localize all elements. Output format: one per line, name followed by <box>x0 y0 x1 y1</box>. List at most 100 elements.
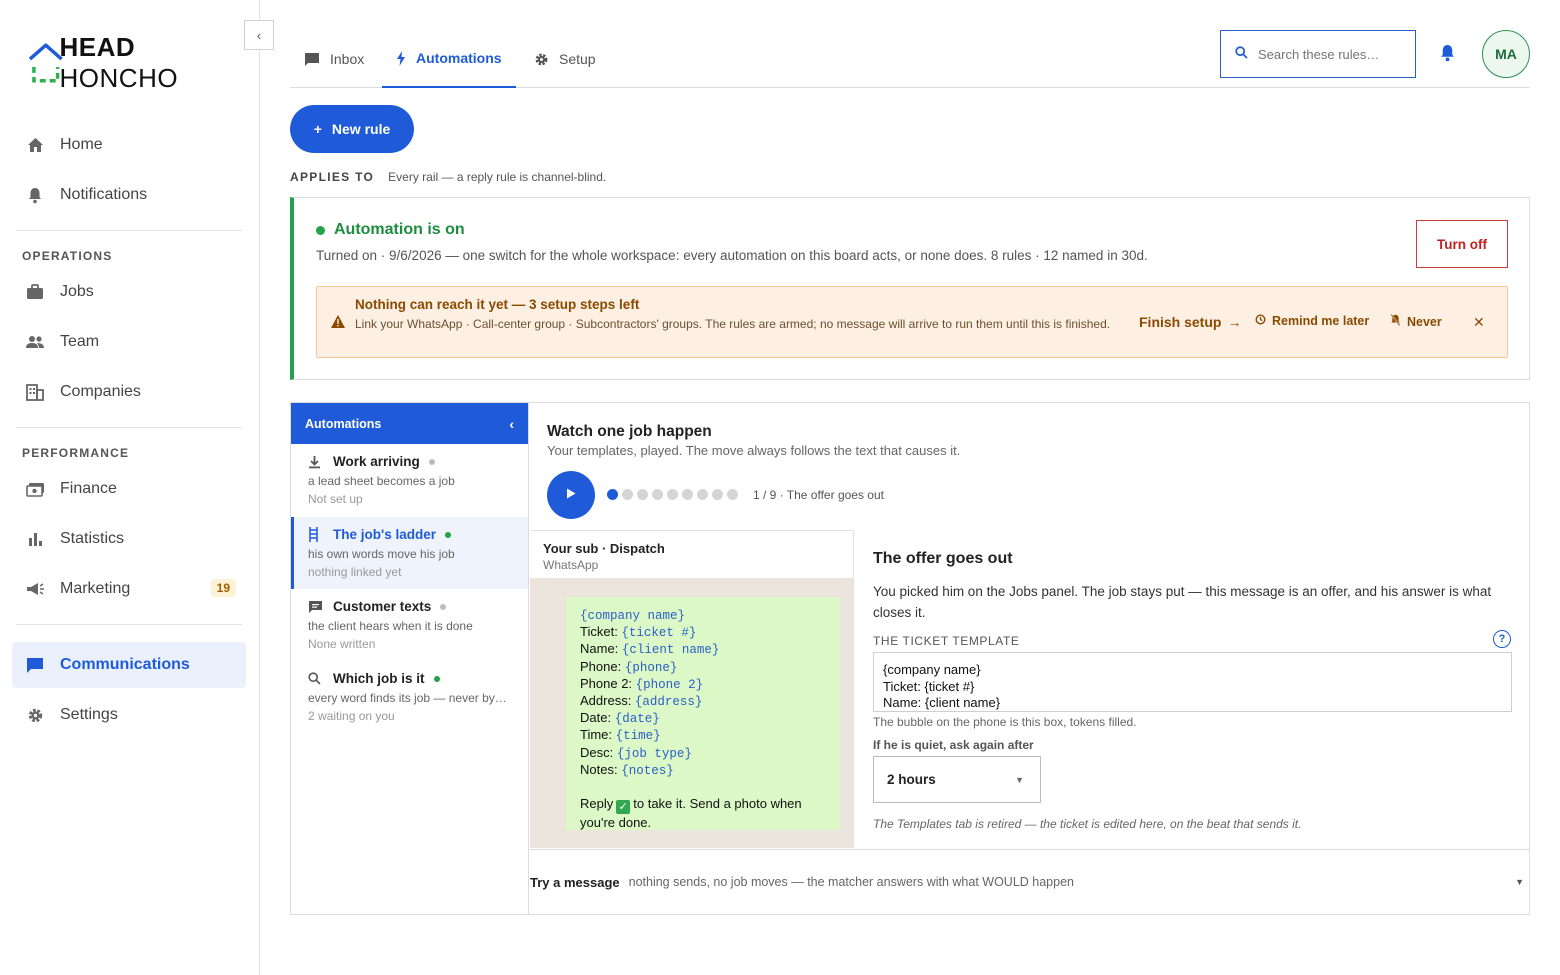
never-link[interactable]: Never <box>1390 314 1442 329</box>
marketing-badge: 19 <box>210 579 236 597</box>
chat-preview: {company name} Ticket: {ticket #} Name: {c… <box>530 578 854 848</box>
message-line-label: Time: <box>580 727 616 743</box>
sidebar-item-label: Companies <box>60 383 141 400</box>
message-line: Ticket: {ticket #} <box>580 624 826 641</box>
home-icon <box>25 135 45 155</box>
template-token: {phone} <box>624 660 678 675</box>
play-button[interactable] <box>547 471 595 519</box>
sidebar-item-team[interactable]: Team <box>12 319 246 365</box>
never-label: Never <box>1407 314 1442 329</box>
tab-label: Automations <box>416 50 502 66</box>
sidebar-item-companies[interactable]: Companies <box>12 369 246 415</box>
search-icon <box>1235 46 1248 62</box>
sidebar-item-finance[interactable]: Finance <box>12 466 246 512</box>
new-rule-button[interactable]: + New rule <box>290 105 414 153</box>
warning-description: Link your WhatsApp · Call-center group ·… <box>355 317 1111 331</box>
player-subtitle: Your templates, played. The move always … <box>547 443 961 458</box>
sidebar-item-notifications[interactable]: Notifications <box>12 172 246 218</box>
sidebar-item-settings[interactable]: Settings <box>12 692 246 738</box>
ticket-template-editor[interactable]: {company name} Ticket: {ticket #} Name: {c… <box>873 652 1512 712</box>
divider <box>16 427 242 428</box>
finish-setup-link[interactable]: Finish setup → <box>1139 314 1241 330</box>
chevron-left-icon[interactable]: ‹ <box>509 416 514 432</box>
chevron-left-icon: ‹ <box>256 27 262 43</box>
message-line-label: Phone: <box>580 658 625 674</box>
message-line-label: Desc: <box>580 744 617 760</box>
tab-setup[interactable]: Setup <box>534 30 596 88</box>
sidebar-item-home[interactable]: Home <box>12 122 246 168</box>
people-icon <box>25 332 45 352</box>
notifications-button[interactable] <box>1440 44 1455 67</box>
remind-later-link[interactable]: Remind me later <box>1255 314 1369 328</box>
tab-inbox[interactable]: Inbox <box>304 30 364 88</box>
template-label: THE TICKET TEMPLATE <box>873 634 1020 648</box>
search-box[interactable] <box>1220 30 1416 78</box>
sidebar-item-jobs[interactable]: Jobs <box>12 269 246 315</box>
step-dot[interactable] <box>622 489 633 500</box>
step-dot[interactable] <box>727 489 738 500</box>
step-dot[interactable] <box>667 489 678 500</box>
automation-item-title: Work arriving <box>333 454 420 469</box>
automation-item[interactable]: Customer texts the client hears when it i… <box>291 589 528 661</box>
status-dot <box>440 603 447 610</box>
offer-title: The offer goes out <box>873 550 1013 567</box>
collapse-sidebar-button[interactable]: ‹ <box>244 20 274 50</box>
step-dot[interactable] <box>697 489 708 500</box>
remind-later-label: Remind me later <box>1272 314 1370 328</box>
message-line-label: Date: <box>580 710 615 726</box>
message-line-label: Address: <box>580 693 635 709</box>
tab-automations[interactable]: Automations <box>382 30 516 88</box>
step-dot[interactable] <box>712 489 723 500</box>
warning-icon <box>331 315 345 333</box>
briefcase-icon <box>25 282 45 302</box>
automation-item-description: a lead sheet becomes a job <box>308 474 455 488</box>
avatar[interactable]: MA <box>1482 30 1530 78</box>
retry-interval-select[interactable]: 2 hours ▼ <box>873 756 1041 803</box>
message-line: Phone 2: {phone 2} <box>580 676 826 693</box>
step-label: 1 / 9 · The offer goes out <box>753 488 884 502</box>
logo[interactable]: HEAD HONCHO <box>26 32 259 93</box>
step-dot[interactable] <box>607 489 618 500</box>
turn-off-button[interactable]: Turn off <box>1416 220 1508 268</box>
new-rule-label: New rule <box>331 121 391 137</box>
money-icon <box>25 479 45 499</box>
help-icon[interactable]: ? <box>1493 630 1511 648</box>
automation-item-title-row: Customer texts <box>308 599 528 614</box>
divider <box>16 230 242 231</box>
automation-item-title: Which job is it <box>333 671 425 686</box>
automation-item[interactable]: Work arriving a lead sheet becomes a job N… <box>291 444 528 516</box>
search-input[interactable] <box>1258 46 1398 62</box>
status-dot <box>433 675 440 682</box>
try-message-bar[interactable]: Try a message nothing sends, no job move… <box>530 849 1529 914</box>
quiet-label: If he is quiet, ask again after <box>873 738 1034 752</box>
chat-icon <box>25 655 45 675</box>
try-message-hint: nothing sends, no job moves — the matche… <box>628 875 1074 889</box>
sidebar-item-statistics[interactable]: Statistics <box>12 516 246 562</box>
status-dot <box>428 458 435 465</box>
top-bar: Inbox Automations Setup MA <box>290 30 1530 88</box>
step-dot[interactable] <box>682 489 693 500</box>
step-dot[interactable] <box>652 489 663 500</box>
phone-header: Your sub · Dispatch WhatsApp <box>530 530 854 578</box>
caret-down-icon: ▼ <box>1015 775 1024 785</box>
automations-list-header: Automations ‹ <box>291 403 528 444</box>
template-token: {ticket #} <box>621 626 697 641</box>
megaphone-icon <box>25 579 45 599</box>
download-icon <box>308 455 324 469</box>
automation-item-status: nothing linked yet <box>308 565 402 579</box>
message-line: Name: {client name} <box>580 641 826 658</box>
dismiss-warning-button[interactable]: ✕ <box>1473 314 1485 331</box>
sidebar-item-marketing[interactable]: Marketing 19 <box>12 566 246 612</box>
template-token: {date} <box>614 712 660 727</box>
tab-label: Inbox <box>330 51 365 67</box>
building-icon <box>25 382 45 402</box>
sidebar-item-communications[interactable]: Communications <box>12 642 246 688</box>
template-token: {time} <box>615 729 661 744</box>
automation-item[interactable]: The job's ladder his own words move his j… <box>291 517 528 589</box>
message-line: Time: {time} <box>580 727 826 744</box>
sidebar-item-label: Statistics <box>60 530 125 547</box>
step-dot[interactable] <box>637 489 648 500</box>
automation-item[interactable]: Which job is it every word finds its job … <box>291 661 528 733</box>
ladder-icon <box>308 527 324 542</box>
bell-off-icon <box>1390 314 1401 329</box>
